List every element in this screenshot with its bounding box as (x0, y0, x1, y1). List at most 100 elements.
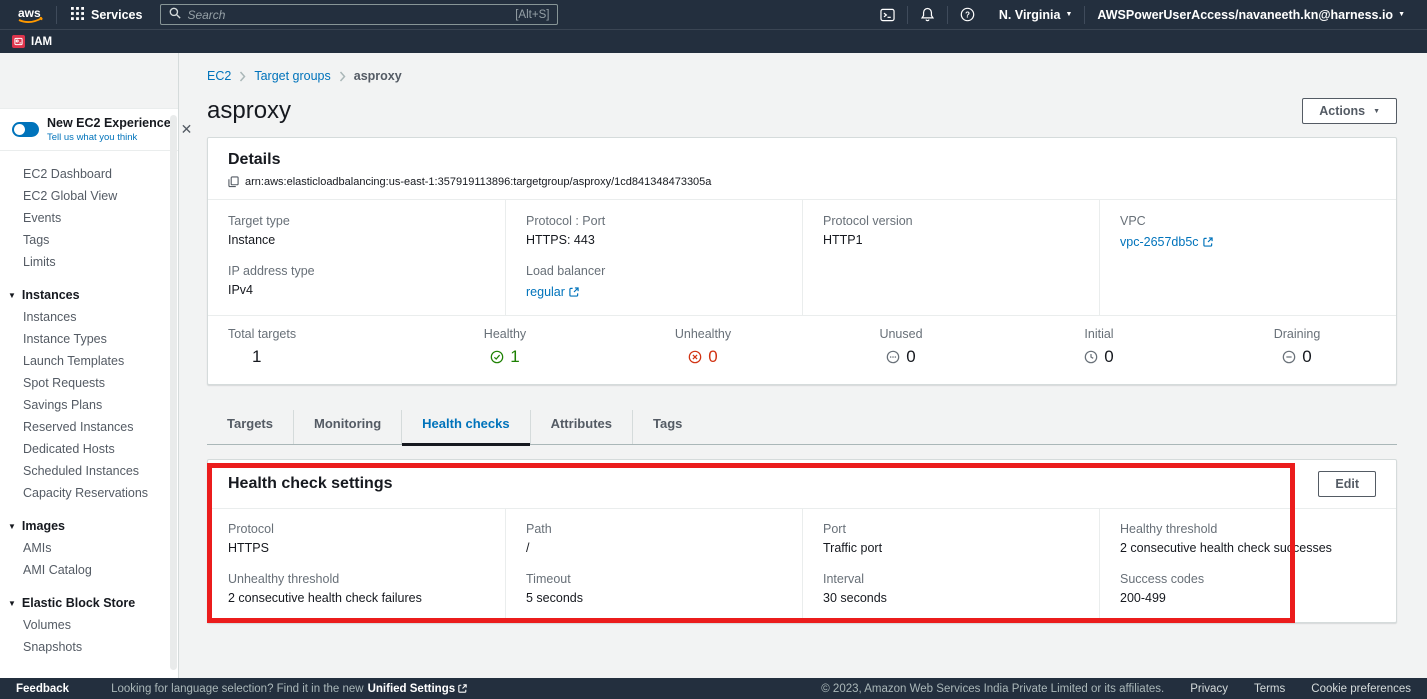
services-menu-button[interactable]: Services (57, 0, 156, 29)
count-healthy: Healthy 1 (406, 327, 604, 369)
new-experience-title: New EC2 Experience (47, 116, 171, 130)
chevron-right-icon (339, 71, 346, 82)
services-grid-icon (71, 7, 84, 23)
sidebar-item-savings-plans[interactable]: Savings Plans (0, 394, 178, 416)
sidebar-item-amis[interactable]: AMIs (0, 537, 178, 559)
tab-attributes[interactable]: Attributes (530, 410, 632, 444)
count-draining: Draining 0 (1198, 327, 1396, 369)
vpc-link[interactable]: vpc-2657db5c (1120, 235, 1213, 249)
tab-tags[interactable]: Tags (632, 410, 702, 444)
sidebar-item-dedicated-hosts[interactable]: Dedicated Hosts (0, 438, 178, 460)
details-card: Details arn:aws:elasticloadbalancing:us-… (207, 137, 1397, 385)
favorites-item-iam[interactable]: IAM (31, 36, 52, 48)
details-column: Protocol : Port HTTPS: 443 Load balancer… (505, 200, 802, 315)
details-column: Target type Instance IP address type IPv… (208, 200, 505, 315)
chevron-right-icon (239, 71, 246, 82)
search-input[interactable] (187, 8, 509, 22)
count-unused: Unused 0 (802, 327, 1000, 369)
tab-health-checks[interactable]: Health checks (401, 410, 529, 444)
health-check-settings-title: Health check settings (228, 475, 393, 493)
sidebar-item-instance-types[interactable]: Instance Types (0, 328, 178, 350)
new-experience-toggle[interactable] (12, 122, 39, 137)
count-initial: Initial 0 (1000, 327, 1198, 369)
footer: Feedback Looking for language selection?… (0, 678, 1427, 699)
tab-targets[interactable]: Targets (207, 410, 293, 444)
details-column: Protocol version HTTP1 (802, 200, 1099, 315)
tab-bar: Targets Monitoring Health checks Attribu… (207, 410, 1397, 445)
field-load-balancer: Load balancer regular (526, 264, 782, 301)
sidebar-item-ami-catalog[interactable]: AMI Catalog (0, 559, 178, 581)
feedback-button[interactable]: Feedback (16, 683, 69, 695)
sidebar-item-snapshots[interactable]: Snapshots (0, 636, 178, 658)
count-unhealthy: Unhealthy 0 (604, 327, 802, 369)
sidebar-item-spot-requests[interactable]: Spot Requests (0, 372, 178, 394)
sidebar-item-launch-templates[interactable]: Launch Templates (0, 350, 178, 372)
actions-button[interactable]: Actions ▼ (1302, 98, 1397, 124)
sidebar-item-scheduled-instances[interactable]: Scheduled Instances (0, 460, 178, 482)
external-link-icon (458, 684, 467, 693)
details-column: VPC vpc-2657db5c (1099, 200, 1396, 315)
health-check-column: Healthy threshold 2 consecutive health c… (1099, 509, 1396, 622)
tell-us-link[interactable]: Tell us what you think (47, 132, 171, 143)
chevron-down-icon: ▼ (1065, 11, 1072, 18)
account-menu[interactable]: AWSPowerUserAccess/navaneeth.kn@harness.… (1085, 0, 1417, 29)
notifications-bell-button[interactable] (908, 0, 947, 29)
field-healthy-threshold: Healthy threshold 2 consecutive health c… (1120, 522, 1376, 555)
sidebar-item-ec2-dashboard[interactable]: EC2 Dashboard (0, 163, 178, 185)
sidebar-item-capacity-reservations[interactable]: Capacity Reservations (0, 482, 178, 504)
aws-logo[interactable]: aws (10, 5, 56, 25)
field-ip-address-type: IP address type IPv4 (228, 264, 485, 297)
sidebar-item-ec2-global-view[interactable]: EC2 Global View (0, 185, 178, 207)
health-check-column: Protocol HTTPS Unhealthy threshold 2 con… (208, 509, 505, 622)
load-balancer-link[interactable]: regular (526, 285, 579, 299)
field-protocol-version: Protocol version HTTP1 (823, 214, 1079, 247)
target-group-arn: arn:aws:elasticloadbalancing:us-east-1:3… (245, 176, 711, 188)
sidebar-item-reserved-instances[interactable]: Reserved Instances (0, 416, 178, 438)
unified-settings-link[interactable]: Unified Settings (368, 683, 468, 695)
field-protocol: Protocol HTTPS (228, 522, 485, 555)
copy-icon[interactable] (228, 176, 239, 188)
check-circle-icon (490, 350, 504, 364)
edit-health-check-button[interactable]: Edit (1318, 471, 1376, 497)
sidebar-item-volumes[interactable]: Volumes (0, 614, 178, 636)
sidebar-item-limits[interactable]: Limits (0, 251, 178, 273)
global-search[interactable]: [Alt+S] (160, 4, 558, 25)
sidebar-section-instances[interactable]: ▼ Instances (0, 284, 178, 306)
aws-logo-text: aws (18, 6, 41, 20)
caret-down-icon: ▼ (8, 599, 16, 608)
privacy-link[interactable]: Privacy (1190, 683, 1228, 695)
sidebar-item-instances[interactable]: Instances (0, 306, 178, 328)
favorites-bar: IAM (0, 29, 1427, 53)
page-title: asproxy (207, 97, 291, 125)
top-navigation: aws Services [Alt+S] (0, 0, 1427, 29)
terms-link[interactable]: Terms (1254, 683, 1285, 695)
health-check-column: Port Traffic port Interval 30 seconds (802, 509, 1099, 622)
caret-down-icon: ▼ (8, 291, 16, 300)
minus-circle-icon (1282, 350, 1296, 364)
sidebar-item-tags[interactable]: Tags (0, 229, 178, 251)
cookie-preferences-link[interactable]: Cookie preferences (1311, 683, 1411, 695)
new-experience-panel: New EC2 Experience Tell us what you thin… (0, 108, 178, 151)
clock-circle-icon (1084, 350, 1098, 364)
region-selector[interactable]: N. Virginia ▼ (987, 0, 1085, 29)
sidebar-section-elastic-block-store[interactable]: ▼ Elastic Block Store (0, 592, 178, 614)
help-button[interactable]: ? (948, 0, 987, 29)
field-vpc: VPC vpc-2657db5c (1120, 214, 1376, 251)
sidebar-section-images[interactable]: ▼ Images (0, 515, 178, 537)
breadcrumb: EC2 Target groups asproxy (207, 69, 1397, 83)
field-unhealthy-threshold: Unhealthy threshold 2 consecutive health… (228, 572, 485, 605)
breadcrumb-ec2[interactable]: EC2 (207, 69, 231, 83)
topnav-right: ? N. Virginia ▼ AWSPowerUserAccess/navan… (868, 0, 1417, 29)
field-protocol-port: Protocol : Port HTTPS: 443 (526, 214, 782, 247)
sidebar-item-events[interactable]: Events (0, 207, 178, 229)
language-notice: Looking for language selection? Find it … (111, 683, 467, 695)
close-icon[interactable]: ✕ (179, 121, 195, 138)
tab-monitoring[interactable]: Monitoring (293, 410, 401, 444)
cloudshell-button[interactable] (868, 0, 907, 29)
sidebar-scrollbar[interactable] (170, 115, 177, 670)
breadcrumb-target-groups[interactable]: Target groups (254, 69, 330, 83)
iam-service-icon (12, 35, 25, 48)
region-label: N. Virginia (999, 8, 1061, 22)
breadcrumb-current: asproxy (354, 69, 402, 83)
account-label: AWSPowerUserAccess/navaneeth.kn@harness.… (1097, 8, 1393, 22)
